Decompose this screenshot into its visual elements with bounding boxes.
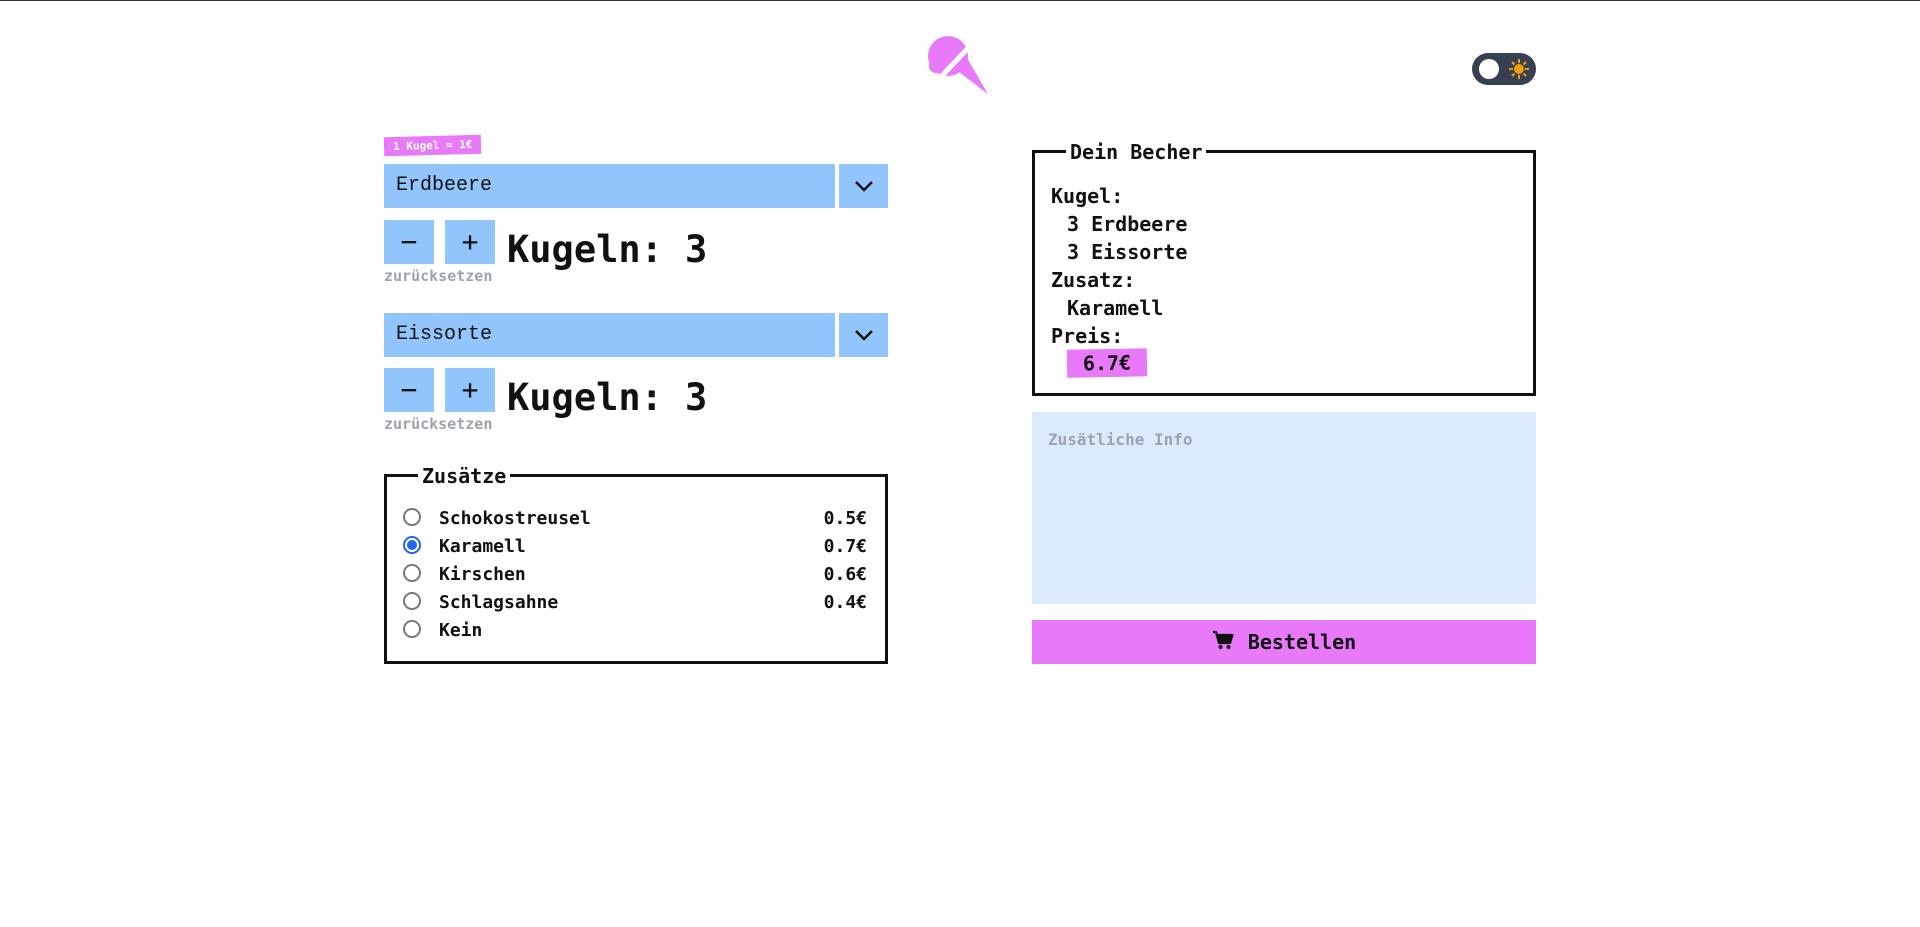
addon-radio[interactable]: [403, 536, 421, 554]
total-price-badge: 6.7€: [1066, 348, 1148, 378]
addon-name: Schokostreusel: [439, 508, 591, 529]
addon-radio[interactable]: [403, 508, 421, 526]
scoop-count: Kugeln: 3: [507, 228, 707, 272]
addon-radio[interactable]: [403, 564, 421, 582]
dropdown-toggle[interactable]: [839, 313, 888, 357]
addon-heading: Zusatz:: [1051, 268, 1136, 292]
addon-name: Kirschen: [439, 564, 526, 585]
addon-name: Karamell: [439, 536, 526, 557]
addon-name: Kein: [439, 620, 483, 641]
scoop-count-label: Kugeln:: [507, 376, 663, 419]
addon-option[interactable]: Schlagsahne 0.4€: [401, 590, 871, 616]
theme-toggle[interactable]: [1472, 53, 1536, 85]
increment-button[interactable]: +: [445, 220, 495, 264]
dropdown-toggle[interactable]: [839, 164, 888, 208]
sun-icon: [1508, 58, 1530, 80]
addons-legend: Zusätze: [418, 465, 511, 487]
flavor-select-1[interactable]: Erdbeere: [384, 164, 888, 208]
price-note-badge: 1 Kugel = 1€: [383, 134, 482, 157]
order-button-label: Bestellen: [1247, 630, 1357, 654]
price-heading: Preis:: [1051, 324, 1124, 348]
addon-name: Schlagsahne: [439, 592, 559, 613]
addon-radio[interactable]: [403, 592, 421, 610]
addon-price: 0.4€: [823, 592, 867, 613]
toggle-knob: [1479, 59, 1499, 79]
scoop-count-value: 3: [684, 376, 708, 419]
addon-price: 0.7€: [823, 536, 867, 557]
decrement-button[interactable]: −: [384, 368, 434, 412]
scoop-count: Kugeln: 3: [507, 376, 707, 420]
addon-option[interactable]: Karamell 0.7€: [401, 534, 871, 560]
addon-price: 0.5€: [823, 508, 867, 529]
increment-button[interactable]: +: [445, 368, 495, 412]
scoop-count-value: 3: [684, 228, 708, 271]
window-top-border: [0, 0, 1920, 1]
order-button[interactable]: Bestellen: [1032, 620, 1536, 664]
cup-summary-legend: Dein Becher: [1066, 141, 1207, 163]
addon-option[interactable]: Kirschen 0.6€: [401, 562, 871, 588]
reset-link[interactable]: zurücksetzen: [384, 267, 492, 285]
summary-scoop-line: 3 Eissorte: [1067, 240, 1188, 264]
reset-link[interactable]: zurücksetzen: [384, 415, 492, 433]
addon-option[interactable]: Kein: [401, 618, 871, 644]
summary-addon: Karamell: [1067, 296, 1164, 320]
ice-cream-cone-icon: [926, 36, 990, 98]
scoops-heading: Kugel:: [1051, 184, 1124, 208]
summary-scoop-line: 3 Erdbeere: [1067, 212, 1188, 236]
flavor-select-2[interactable]: Eissorte: [384, 313, 888, 357]
flavor-select-value: Erdbeere: [384, 164, 835, 208]
extra-info-textarea[interactable]: [1032, 412, 1536, 604]
shopping-cart-icon: [1212, 630, 1234, 655]
decrement-button[interactable]: −: [384, 220, 434, 264]
addon-option[interactable]: Schokostreusel 0.5€: [401, 506, 871, 532]
flavor-select-value: Eissorte: [384, 313, 835, 357]
addon-radio[interactable]: [403, 620, 421, 638]
scoop-count-label: Kugeln:: [507, 228, 663, 271]
addon-price: 0.6€: [823, 564, 867, 585]
